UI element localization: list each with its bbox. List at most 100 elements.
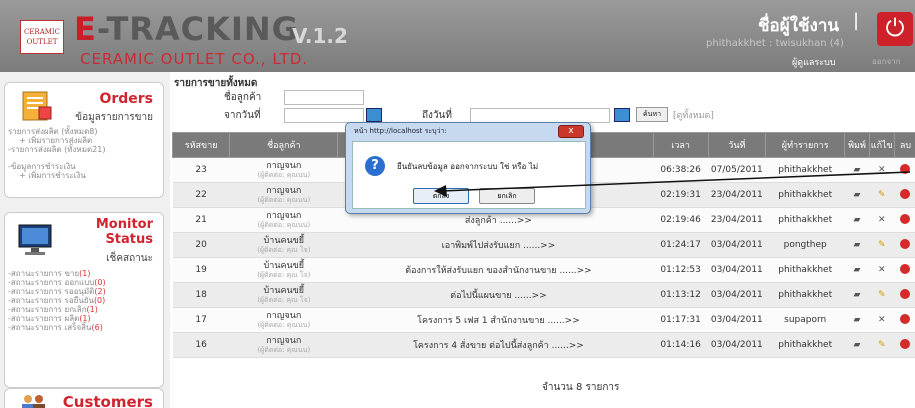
delete-cell [894,157,915,183]
table-row[interactable]: 18 บ้านคนขยี้ (ผู้ติดต่อ: คุณ โจ) ต่อไปนี้แ… [172,282,915,308]
cross-icon[interactable]: ✕ [878,315,886,325]
customer-cell: กาญจนก (ผู้ติดต่อ: คุณนน) [229,332,338,358]
to-date-label: ถึงวันที่ [422,110,452,121]
orders-link[interactable]: รายการส่งผลิต (ทั้งหมด8) [5,127,163,136]
status-label: -สถานะรายการ ผลิต [8,314,80,323]
show-all-link[interactable]: [ดูทั้งหมด] [673,108,714,122]
print-cell: ▰ [844,232,870,258]
print-cell: ▰ [844,182,870,208]
section-title: รายการขายทั้งหมด [174,78,258,89]
search-button[interactable]: ค้นหา [636,107,668,122]
edit-icon[interactable]: ✎ [878,290,886,300]
delete-icon[interactable] [900,163,911,174]
monitor-status-link[interactable]: -สถานะรายการ ออกแบบ(0) [5,278,163,287]
delete-icon[interactable] [900,188,911,199]
cross-icon[interactable]: ✕ [878,165,886,175]
cross-icon[interactable]: ✕ [878,265,886,275]
orders-subtitle: ข้อมูลรายการขาย [75,112,153,123]
customer-name: กาญจนก [266,185,302,196]
calendar-icon[interactable] [614,108,630,122]
delete-icon[interactable] [900,288,911,299]
delete-icon[interactable] [900,263,911,274]
delete-cell [894,232,915,258]
monitor-status-link[interactable]: -สถานะรายการ รออนุมัติ(2) [5,287,163,296]
table-row[interactable]: 19 บ้านคนขยี้ (ผู้ติดต่อ: คุณ โจ) ต้องการให… [172,257,915,283]
orders-link[interactable]: -รายการส่งผลิต (ทั้งหมด21) [5,145,163,154]
printer-icon[interactable]: ▰ [854,190,861,200]
dialog-cancel-button[interactable]: ยกเลิก [479,188,535,204]
printer-icon[interactable]: ▰ [854,315,861,325]
monitor-status-link[interactable]: -สถานะรายการ รอยืนยัน(0) [5,296,163,305]
customers-title[interactable]: Customers [63,393,153,408]
delete-icon[interactable] [900,213,911,224]
table-row[interactable]: 17 กาญจนก (ผู้ติดต่อ: คุณนน) โครงการ 5 เฟส … [172,307,915,333]
customer-contact: (ผู้ติดต่อ: คุณนน) [257,345,311,354]
logout-button[interactable]: ⏻ [877,12,913,46]
user-heading: ชื่อผู้ใช้งาน [758,16,840,36]
monitor-status-link[interactable]: -สถานะรายการ ยกเลิก(1) [5,305,163,314]
customer-cell: บ้านคนขยี้ (ผู้ติดต่อ: คุณ โจ) [229,282,338,308]
status-count: (1) [79,314,91,323]
order-time: 02:19:31 [653,182,709,208]
printer-icon[interactable]: ▰ [854,215,861,225]
printer-icon[interactable]: ▰ [854,165,861,175]
order-id: 22 [172,182,230,208]
monitor-icon [18,224,52,255]
status-label: -สถานะรายการ ยกเลิก [8,305,87,314]
company-logo: CERAMIC OUTLET [20,20,64,54]
customer-contact: (ผู้ติดต่อ: คุณนน) [257,320,311,329]
status-label: -สถานะรายการ เสร็จสิ้น [8,323,92,332]
customer-contact: (ผู้ติดต่อ: คุณ โจ) [257,270,311,279]
print-cell: ▰ [844,157,870,183]
orders-link[interactable]: -ข้อมูลการชำระเงิน [5,162,163,171]
to-date-input[interactable] [470,108,610,123]
monitor-status-link[interactable]: -สถานะรายการ เสร็จสิ้น(6) [5,323,163,332]
status-label: -สถานะรายการ ขาย [8,269,80,278]
delete-icon[interactable] [900,238,911,249]
order-time: 01:13:12 [653,282,709,308]
printer-icon[interactable]: ▰ [854,340,861,350]
from-date-input[interactable] [284,108,364,123]
table-row[interactable]: 16 กาญจนก (ผู้ติดต่อ: คุณนน) โครงการ 4 สั่ง… [172,332,915,358]
customer-input[interactable] [284,90,364,105]
edit-icon[interactable]: ✎ [878,340,886,350]
col-header: ชื่อลูกค้า [229,132,339,158]
order-date: 23/04/2011 [708,207,766,233]
order-date: 03/04/2011 [708,307,766,333]
edit-icon[interactable]: ✎ [878,240,886,250]
status-count: (1) [86,305,98,314]
user-name: phithakkhet : twisukhan (4) [706,38,844,49]
orders-link[interactable]: + เพิ่มรายการส่งผลิต [5,136,163,145]
customer-name: กาญจนก [266,335,302,346]
user-role: ผู้ดูแลระบบ [792,58,836,68]
customer-name: กาญจนก [266,160,302,171]
dialog-close-button[interactable]: x [558,125,584,138]
monitor-status-link[interactable]: -สถานะรายการ ผลิต(1) [5,314,163,323]
status-count: (2) [94,287,106,296]
delete-icon[interactable] [900,313,911,324]
monitor-status-link[interactable]: -สถานะรายการ ขาย(1) [5,269,163,278]
cross-icon[interactable]: ✕ [878,215,886,225]
printer-icon[interactable]: ▰ [854,240,861,250]
status-label: -สถานะรายการ ออกแบบ [8,278,95,287]
dialog-ok-button[interactable]: ตกลง [413,188,469,204]
order-note: โครงการ 5 เฟส 1 สำนักงานขาย ......>> [337,307,654,333]
calendar-icon[interactable] [366,108,382,122]
print-cell: ▰ [844,332,870,358]
printer-icon[interactable]: ▰ [854,290,861,300]
printer-icon[interactable]: ▰ [854,265,861,275]
delete-cell [894,307,915,333]
order-note: โครงการ 4 สั่งขาย ต่อไปนี้ส่งลูกค้า ....… [337,332,654,358]
edit-cell: ✎ [869,332,895,358]
print-cell: ▰ [844,282,870,308]
print-cell: ▰ [844,257,870,283]
orders-link[interactable]: + เพิ่มการชำระเงิน [5,171,163,180]
edit-icon[interactable]: ✎ [878,190,886,200]
delete-icon[interactable] [900,338,911,349]
table-row[interactable]: 20 บ้านคนขยี้ (ผู้ติดต่อ: คุณ โจ) เอาพิมพ์ไ… [172,232,915,258]
customer-name: บ้านคนขยี้ [263,260,305,271]
confirm-dialog: หน้า http://localhost ระบุว่า: x ? ยืนยั… [345,122,591,214]
order-time: 01:24:17 [653,232,709,258]
order-date: 03/04/2011 [708,332,766,358]
order-time: 01:14:16 [653,332,709,358]
